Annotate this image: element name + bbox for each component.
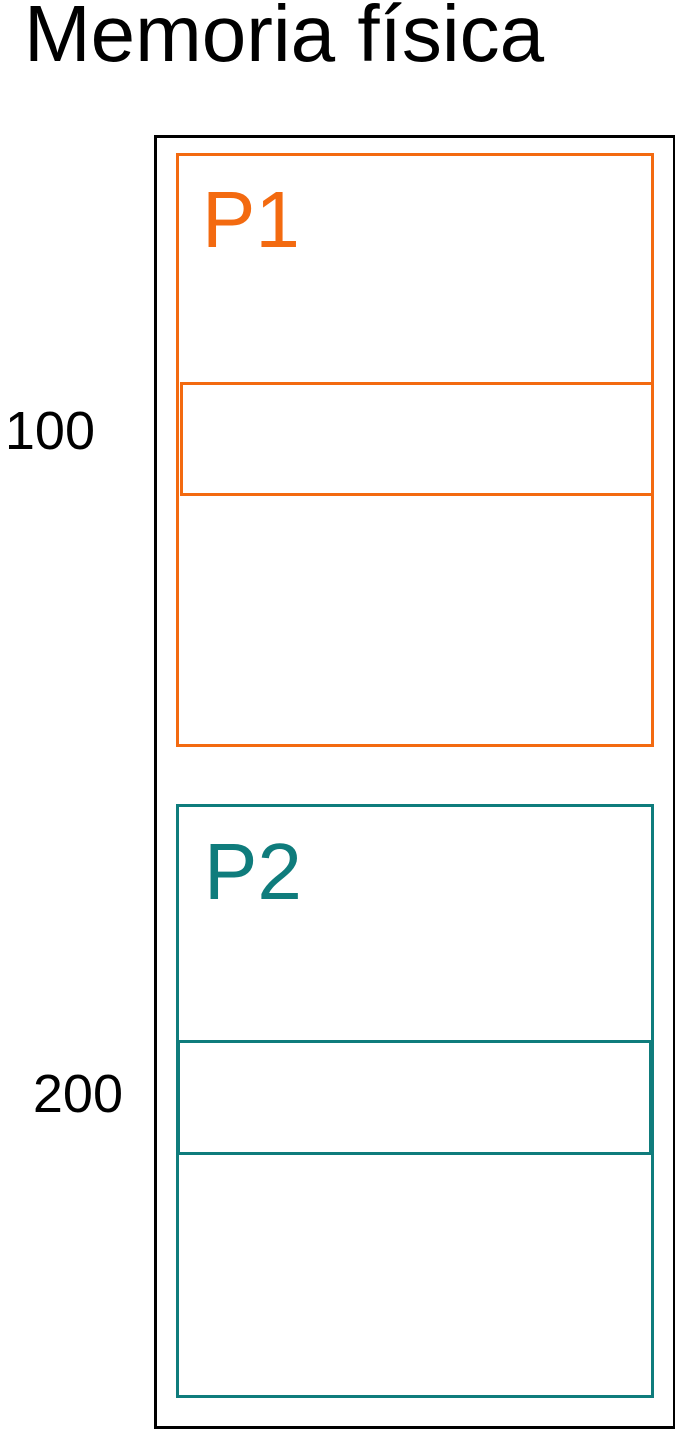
process-p1-segment-at-100 — [180, 382, 654, 496]
process-p2-segment-at-200 — [177, 1040, 652, 1155]
process-p2-label: P2 — [204, 827, 302, 916]
address-label-100: 100 — [4, 401, 95, 461]
process-p1-label: P1 — [202, 175, 300, 264]
address-label-200: 200 — [32, 1064, 123, 1124]
diagram-title: Memoria física — [24, 0, 545, 78]
